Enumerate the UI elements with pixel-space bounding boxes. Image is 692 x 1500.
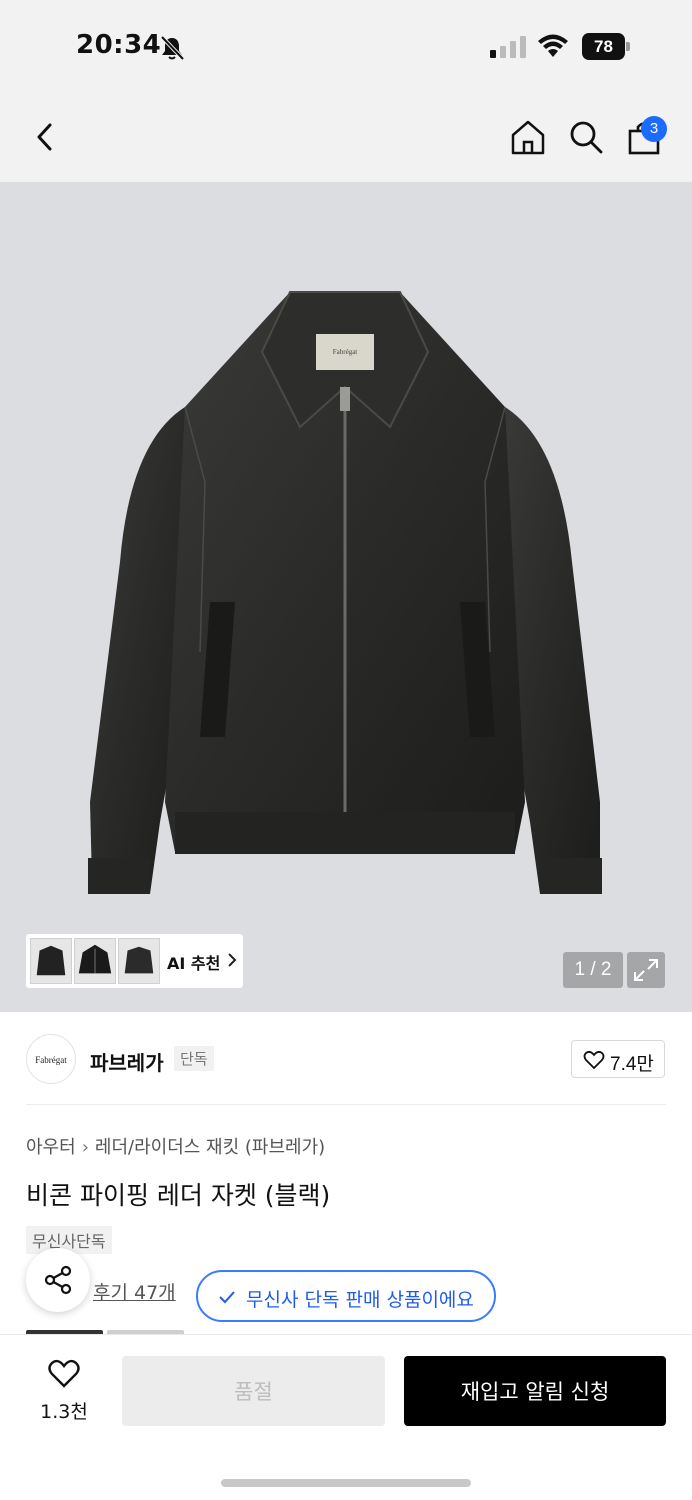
- thumbnail-1[interactable]: [30, 938, 72, 984]
- jacket-label-text: Fabrégat: [333, 348, 358, 356]
- share-icon: [44, 1265, 72, 1295]
- image-page-counter: 1 / 2: [563, 952, 623, 988]
- breadcrumb-item-outer[interactable]: 아우터: [26, 1133, 76, 1159]
- product-photo: Fabrégat: [88, 291, 602, 894]
- heart-icon: [583, 1050, 605, 1070]
- exclusive-notice-pill[interactable]: 무신사 단독 판매 상품이에요: [196, 1270, 496, 1322]
- check-icon: [219, 1291, 235, 1304]
- battery-cap: [626, 42, 630, 51]
- brand-like-button[interactable]: 7.4만: [571, 1040, 665, 1078]
- breadcrumb-separator-icon: ›: [81, 1137, 89, 1158]
- brand-like-count: 7.4만: [610, 1054, 654, 1075]
- status-bar: 20:34 78: [0, 0, 692, 95]
- brand-name[interactable]: 파브레가: [90, 1047, 164, 1076]
- brand-logo[interactable]: Fabrégat: [26, 1034, 76, 1084]
- top-nav: [0, 95, 692, 182]
- wishlist-heart-icon[interactable]: [47, 1359, 81, 1389]
- restock-alert-button[interactable]: 재입고 알림 신청: [404, 1356, 666, 1426]
- wifi-icon: [538, 34, 568, 57]
- breadcrumb: 아우터 › 레더/라이더스 재킷 (파브레가): [26, 1133, 325, 1159]
- ai-recommend-label: AI 추천: [167, 954, 221, 973]
- exclusive-notice-text: 무신사 단독 판매 상품이에요: [246, 1289, 474, 1311]
- divider: [26, 1104, 666, 1105]
- product-image-gallery[interactable]: Fabrégat AI 추천 1 / 2: [0, 182, 692, 1012]
- review-link[interactable]: 후기 47개: [93, 1278, 176, 1305]
- expand-icon: [634, 959, 658, 981]
- cart-count-badge: 3: [641, 116, 667, 142]
- home-icon[interactable]: [508, 117, 548, 157]
- bell-slash-icon: [160, 35, 185, 61]
- search-icon[interactable]: [566, 117, 606, 157]
- expand-button[interactable]: [627, 952, 665, 988]
- battery-indicator: 78: [582, 33, 630, 60]
- battery-level: 78: [582, 33, 625, 60]
- signal-icon: [490, 36, 526, 58]
- chevron-right-icon: [228, 953, 237, 967]
- thumbnail-3[interactable]: [118, 938, 160, 984]
- back-arrow-icon[interactable]: [30, 119, 60, 155]
- share-button[interactable]: [26, 1248, 90, 1312]
- bottom-action-bar: 1.3천 품절 재입고 알림 신청: [0, 1334, 692, 1500]
- brand-exclusive-tag: 단독: [174, 1046, 214, 1071]
- wishlist-count: 1.3천: [40, 1401, 88, 1423]
- product-title: 비콘 파이핑 레더 자켓 (블랙): [26, 1181, 331, 1210]
- home-indicator: [221, 1479, 471, 1487]
- soldout-button[interactable]: 품절: [122, 1356, 385, 1426]
- breadcrumb-item-leather-jacket[interactable]: 레더/라이더스 재킷 (파브레가): [95, 1133, 325, 1159]
- thumbnail-2[interactable]: [74, 938, 116, 984]
- ai-recommend-box[interactable]: AI 추천: [26, 934, 243, 988]
- status-time: 20:34: [76, 30, 162, 60]
